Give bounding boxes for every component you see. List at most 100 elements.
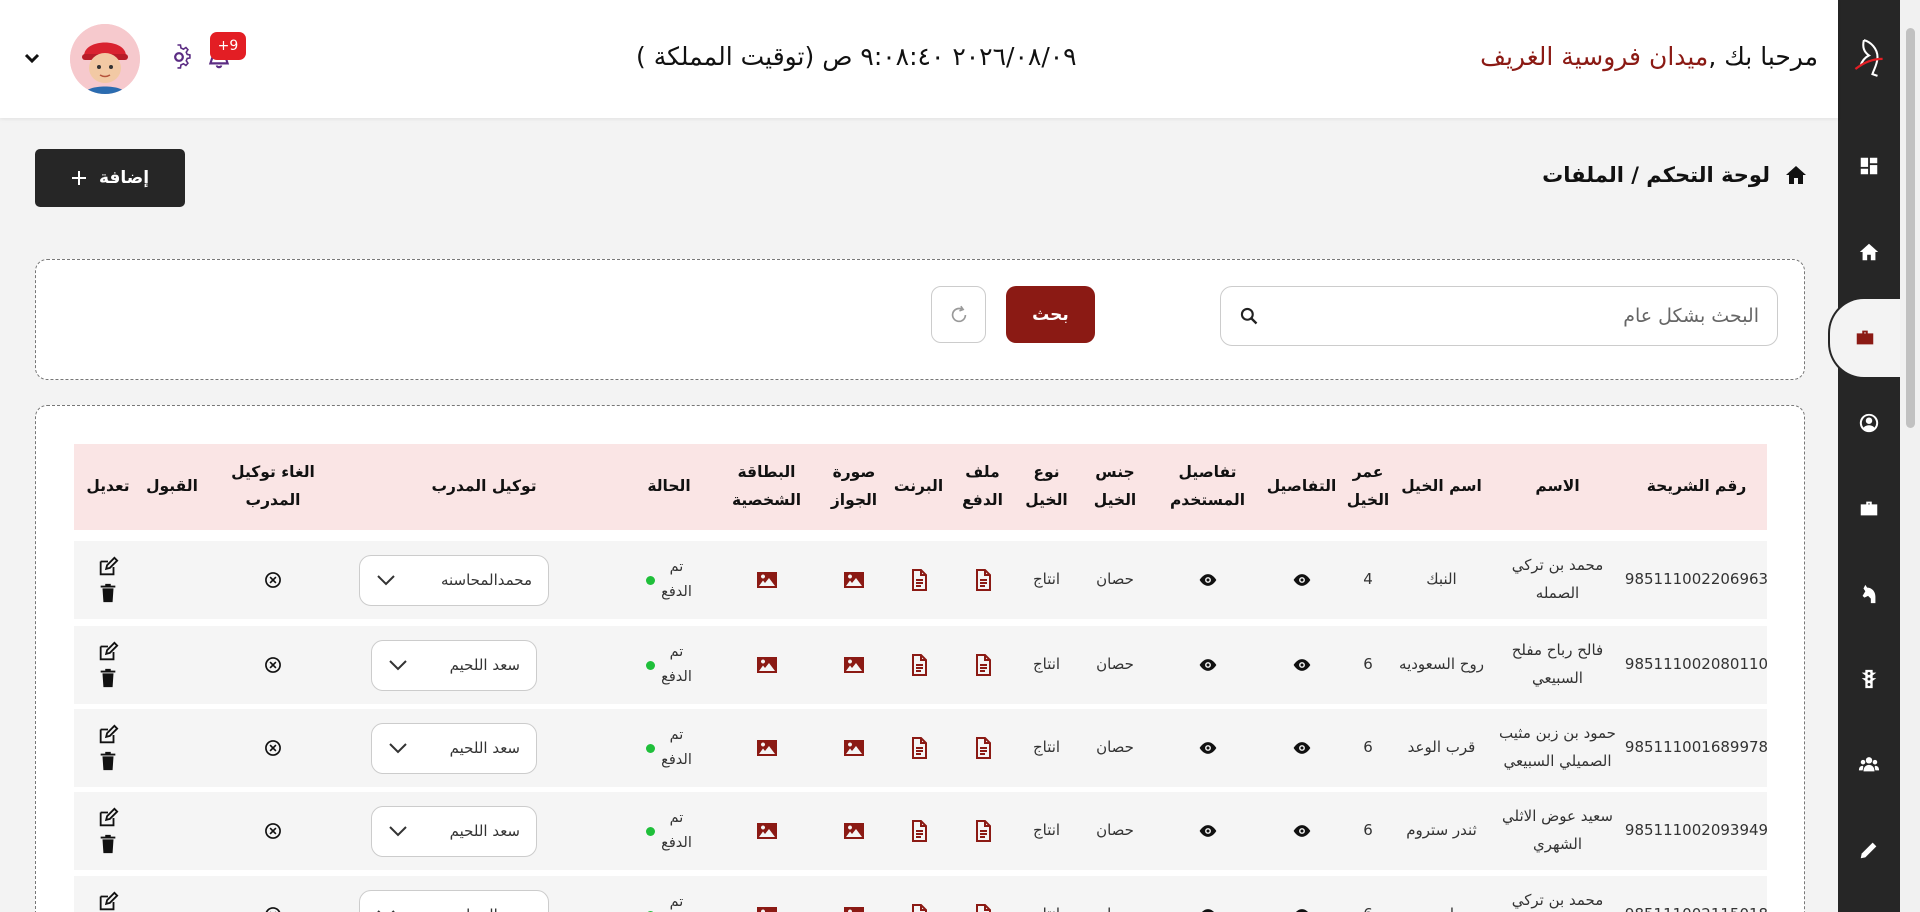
top-header: مرحبا بك ,ميدان فروسية الغريف ٢٠٢٦/٠٨/٠٩… <box>0 0 1838 118</box>
image-icon <box>756 907 777 912</box>
view-details-button[interactable] <box>1261 541 1342 619</box>
cancel-trainer-button[interactable] <box>202 709 344 787</box>
trainer-select[interactable]: محمدالمحاسنه <box>359 889 549 912</box>
edit-icon[interactable] <box>97 556 119 578</box>
file-text-icon <box>975 569 991 591</box>
status-cell: تمالدفع <box>624 876 714 912</box>
page-scrollbar[interactable] <box>1900 0 1920 912</box>
eye-icon <box>1201 909 1214 912</box>
chevron-down-icon <box>389 660 407 671</box>
cell-horse-name: ثندر ستروم <box>1406 821 1477 840</box>
add-button[interactable]: إضافة <box>35 149 185 207</box>
payment-file-button[interactable] <box>948 792 1017 870</box>
view-details-button[interactable] <box>1261 626 1342 704</box>
cancel-trainer-button[interactable] <box>202 541 344 619</box>
print-file-button[interactable] <box>889 626 948 704</box>
refresh-button[interactable] <box>931 286 986 343</box>
sidebar-item-profile[interactable] <box>1838 400 1900 446</box>
edit-icon[interactable] <box>97 724 119 746</box>
print-file-button[interactable] <box>889 541 948 619</box>
breadcrumb: لوحة التحكم / الملفات <box>1542 163 1808 187</box>
passport-image-button[interactable] <box>819 709 889 787</box>
th-horse-gender: جنس الخيل <box>1093 463 1137 509</box>
cancel-trainer-button[interactable] <box>202 792 344 870</box>
trainer-select[interactable]: سعد اللحيم <box>371 639 537 691</box>
edit-icon[interactable] <box>97 641 119 663</box>
trash-icon[interactable] <box>97 582 119 604</box>
id-card-image-button[interactable] <box>714 541 819 619</box>
search-button[interactable]: بحث <box>1006 286 1095 343</box>
search-input[interactable]: البحث بشكل عام <box>1220 286 1778 346</box>
status-badge: تم الدفع <box>646 723 692 772</box>
status-line: الدفع <box>661 584 692 600</box>
cell-chip: 985111002115018 <box>1625 876 1768 912</box>
sidebar-item-users[interactable] <box>1838 741 1900 787</box>
view-user-details-button[interactable] <box>1154 541 1261 619</box>
sidebar <box>1828 0 1900 912</box>
print-file-button[interactable] <box>889 792 948 870</box>
chevron-down-icon <box>377 575 395 586</box>
sidebar-item-edit[interactable] <box>1838 827 1900 873</box>
status-text: تم الدفع <box>661 640 692 689</box>
eye-icon <box>1293 825 1310 837</box>
status-dot <box>646 575 656 585</box>
sidebar-item-files[interactable] <box>1828 297 1900 379</box>
trash-icon[interactable] <box>97 833 119 855</box>
horse-logo-icon[interactable] <box>1838 22 1900 94</box>
passport-image-button[interactable] <box>819 792 889 870</box>
view-user-details-button[interactable] <box>1154 792 1261 870</box>
edit-icon[interactable] <box>97 807 119 829</box>
scrollbar-thumb[interactable] <box>1906 28 1915 428</box>
status-line: الدفع <box>661 752 692 768</box>
chevron-down-icon[interactable] <box>24 52 40 64</box>
payment-file-button[interactable] <box>948 626 1017 704</box>
avatar[interactable] <box>70 24 140 94</box>
file-text-icon <box>911 904 927 912</box>
sidebar-item-horses[interactable] <box>1838 571 1900 617</box>
sidebar-item-traffic[interactable] <box>1838 656 1900 702</box>
view-details-button[interactable] <box>1261 876 1342 912</box>
gear-icon[interactable] <box>166 44 192 70</box>
home-icon[interactable] <box>1784 163 1808 187</box>
cancel-trainer-button[interactable] <box>202 626 344 704</box>
th-accept: القبول <box>146 477 198 496</box>
status-dot <box>646 826 656 836</box>
status-dot <box>646 743 656 753</box>
trainer-select[interactable]: سعد اللحيم <box>371 805 537 857</box>
th-passport-image: صورة الجواز <box>830 463 878 509</box>
print-file-button[interactable] <box>889 876 948 912</box>
trash-icon[interactable] <box>97 750 119 772</box>
cell-horse-age: 4 <box>1363 570 1373 589</box>
id-card-image-button[interactable] <box>714 792 819 870</box>
trainer-select[interactable]: محمدالمحاسنه <box>359 554 549 606</box>
view-details-button[interactable] <box>1261 792 1342 870</box>
sidebar-item-home[interactable] <box>1838 229 1900 275</box>
edit-icon[interactable] <box>97 891 119 912</box>
print-file-button[interactable] <box>889 709 948 787</box>
file-text-icon <box>975 820 991 842</box>
sidebar-item-tools[interactable] <box>1838 486 1900 532</box>
payment-file-button[interactable] <box>948 541 1017 619</box>
row-actions <box>97 556 119 604</box>
cell-horse-type: انتاج <box>1032 738 1061 757</box>
passport-image-button[interactable] <box>819 626 889 704</box>
row-actions <box>97 891 119 912</box>
payment-file-button[interactable] <box>948 709 1017 787</box>
cell-chip: 985111002093949 <box>1624 821 1769 840</box>
view-user-details-button[interactable] <box>1154 709 1261 787</box>
trainer-select[interactable]: سعد اللحيم <box>371 722 537 774</box>
id-card-image-button[interactable] <box>714 876 819 912</box>
view-user-details-button[interactable] <box>1154 876 1261 912</box>
cancel-trainer-button[interactable] <box>202 876 344 912</box>
view-details-button[interactable] <box>1261 709 1342 787</box>
id-card-image-button[interactable] <box>714 626 819 704</box>
id-card-image-button[interactable] <box>714 709 819 787</box>
payment-file-button[interactable] <box>948 876 1017 912</box>
trash-icon[interactable] <box>97 667 119 689</box>
view-user-details-button[interactable] <box>1154 626 1261 704</box>
cancel-circle-icon <box>265 907 281 912</box>
passport-image-button[interactable] <box>819 876 889 912</box>
passport-image-button[interactable] <box>819 541 889 619</box>
sidebar-item-dashboard[interactable] <box>1838 143 1900 189</box>
accept-cell <box>142 709 202 787</box>
